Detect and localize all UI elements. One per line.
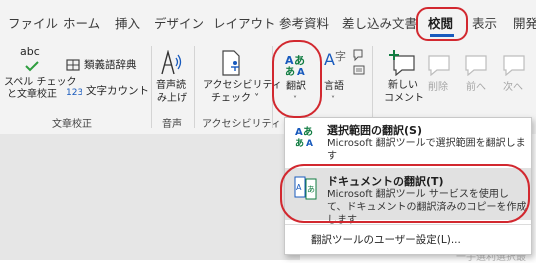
tab-view[interactable]: 表示 (472, 13, 497, 32)
chevron-down-icon: ˅ (331, 95, 335, 104)
group-separator (151, 46, 152, 128)
ribbon-tab-bar: ファイル ホーム 挿入 デザイン レイアウト 参考資料 差し込み文書 校閲 表示… (0, 0, 536, 38)
word-count-icon: 123 (66, 88, 82, 97)
svg-text:あ: あ (285, 65, 295, 76)
tab-home[interactable]: ホーム (63, 13, 100, 32)
language-icon: A 字 (324, 49, 346, 69)
accessibility-label-2: チェック ˅ (211, 93, 260, 104)
abc-text: abc (20, 45, 40, 58)
translate-selection-icon: A あ あ A (295, 125, 313, 148)
read-aloud-label-1: 音声読 (156, 80, 186, 91)
group-label-speech: 音声 (162, 119, 182, 130)
svg-text:A: A (285, 54, 294, 67)
svg-text:あ: あ (295, 138, 304, 148)
svg-text:123: 123 (66, 88, 82, 97)
tab-file[interactable]: ファイル (8, 13, 58, 32)
svg-text:あ: あ (294, 54, 305, 67)
menu-item-translator-preferences[interactable]: 翻訳ツールのユーザー設定(L)... (285, 225, 531, 253)
chevron-down-icon: ˅ (293, 95, 297, 104)
tab-developer[interactable]: 開発 (513, 13, 536, 32)
svg-text:A: A (295, 127, 303, 138)
word-count-button[interactable]: 123 文字カウント (66, 83, 149, 98)
tab-review[interactable]: 校閲 (428, 13, 453, 32)
svg-text:A: A (297, 67, 305, 76)
menu-item-translate-selection[interactable]: A あ あ A 選択範囲の翻訳(S) Microsoft 翻訳ツールで選択範囲を… (285, 118, 531, 164)
new-comment-label-1: 新しい (388, 80, 418, 91)
accessibility-icon (222, 50, 240, 76)
translate-selection-title: 選択範囲の翻訳(S) (327, 124, 422, 137)
svg-text:A: A (324, 50, 335, 69)
language-small-icons (353, 49, 365, 75)
active-tab-indicator (430, 34, 454, 37)
tab-insert[interactable]: 挿入 (115, 13, 140, 32)
group-separator (372, 46, 373, 128)
tab-design[interactable]: デザイン (154, 13, 204, 32)
svg-text:あ: あ (303, 125, 313, 138)
translate-document-icon: A あ (294, 176, 317, 200)
previous-comment-icon (465, 55, 487, 76)
read-aloud-icon (161, 50, 182, 75)
thesaurus-icon (66, 58, 80, 71)
group-label-accessibility: アクセシビリティ (202, 119, 281, 130)
translate-document-title: ドキュメントの翻訳(T) (327, 175, 444, 188)
next-comment-icon (503, 55, 525, 76)
delete-comment-label: 削除 (428, 82, 448, 93)
spelling-label-2: と文章校正 (7, 89, 57, 100)
next-comment-label: 次へ (503, 82, 523, 93)
tab-layout[interactable]: レイアウト (213, 13, 276, 32)
group-separator (272, 46, 273, 128)
read-aloud-label-2: み上げ (157, 93, 187, 104)
svg-text:A: A (296, 183, 302, 192)
thesaurus-label: 類義語辞典 (84, 59, 137, 71)
group-label-proofing: 文章校正 (52, 119, 92, 130)
translator-preferences-label: 翻訳ツールのユーザー設定(L)... (311, 234, 461, 246)
accessibility-label-1: アクセシビリティ (203, 80, 282, 91)
new-comment-icon (389, 50, 415, 76)
group-separator (194, 46, 195, 128)
tab-mailings[interactable]: 差し込み文書 (342, 13, 417, 32)
translate-icon: A あ あ A (285, 54, 305, 76)
translate-label: 翻訳 (286, 81, 306, 92)
translate-document-desc: Microsoft 翻訳ツール サービスを使用して、ドキュメントの翻訳済みのコピ… (327, 189, 527, 226)
svg-text:A: A (306, 139, 313, 148)
new-comment-label-2: コメント (384, 93, 424, 104)
thesaurus-button[interactable]: 類義語辞典 (66, 57, 137, 72)
tab-references[interactable]: 参考資料 (279, 13, 329, 32)
translate-selection-desc: Microsoft 翻訳ツールで選択範囲を翻訳します (327, 138, 526, 162)
svg-text:字: 字 (335, 49, 346, 63)
word-count-label: 文字カウント (86, 85, 149, 97)
menu-item-translate-document[interactable]: A あ ドキュメントの翻訳(T) Microsoft 翻訳ツール サービスを使用… (285, 168, 531, 226)
svg-text:あ: あ (307, 185, 315, 194)
translate-dropdown-menu: A あ あ A 選択範囲の翻訳(S) Microsoft 翻訳ツールで選択範囲を… (284, 117, 532, 255)
previous-comment-label: 前へ (466, 82, 486, 93)
checkmark-icon (25, 61, 39, 72)
language-label: 言語 (324, 81, 344, 92)
delete-comment-icon (428, 55, 450, 76)
